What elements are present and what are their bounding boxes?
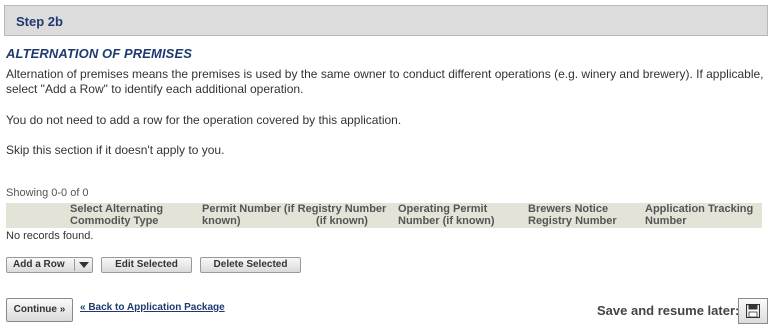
save-resume-button[interactable] bbox=[738, 298, 768, 324]
record-count: Showing 0-0 of 0 bbox=[6, 187, 89, 199]
column-header-permit-number[interactable]: Permit Number (if known) bbox=[202, 203, 300, 227]
section-title: ALTERNATION OF PREMISES bbox=[6, 46, 192, 61]
add-row-button[interactable]: Add a Row bbox=[6, 257, 93, 273]
back-to-package-link[interactable]: « Back to Application Package bbox=[80, 302, 225, 313]
column-header-commodity-type[interactable]: Select Alternating Commodity Type bbox=[70, 203, 190, 227]
section-description: Alternation of premises means the premis… bbox=[6, 67, 764, 96]
step-header: Step 2b bbox=[4, 5, 768, 36]
section-skip-note: Skip this section if it doesn't apply to… bbox=[6, 143, 225, 157]
grid-header: Select Alternating Commodity Type Permit… bbox=[6, 203, 762, 228]
column-header-tracking-number[interactable]: Application Tracking Number bbox=[645, 203, 760, 227]
save-resume-label: Save and resume later: bbox=[597, 303, 740, 318]
column-header-brewers-notice[interactable]: Brewers Notice Registry Number bbox=[528, 203, 628, 227]
split-divider bbox=[74, 259, 75, 271]
column-header-operating-permit[interactable]: Operating Permit Number (if known) bbox=[398, 203, 513, 227]
section-note: You do not need to add a row for the ope… bbox=[6, 113, 402, 127]
column-header-registry-number[interactable]: Registry Number (if known) bbox=[296, 203, 388, 227]
continue-button[interactable]: Continue » bbox=[6, 298, 73, 322]
delete-selected-button[interactable]: Delete Selected bbox=[200, 257, 301, 273]
add-row-label: Add a Row bbox=[13, 259, 65, 270]
edit-selected-button[interactable]: Edit Selected bbox=[101, 257, 192, 273]
floppy-disk-icon bbox=[746, 304, 760, 318]
step-title: Step 2b bbox=[16, 14, 63, 29]
chevron-down-icon[interactable] bbox=[79, 262, 89, 268]
empty-message: No records found. bbox=[6, 230, 94, 242]
